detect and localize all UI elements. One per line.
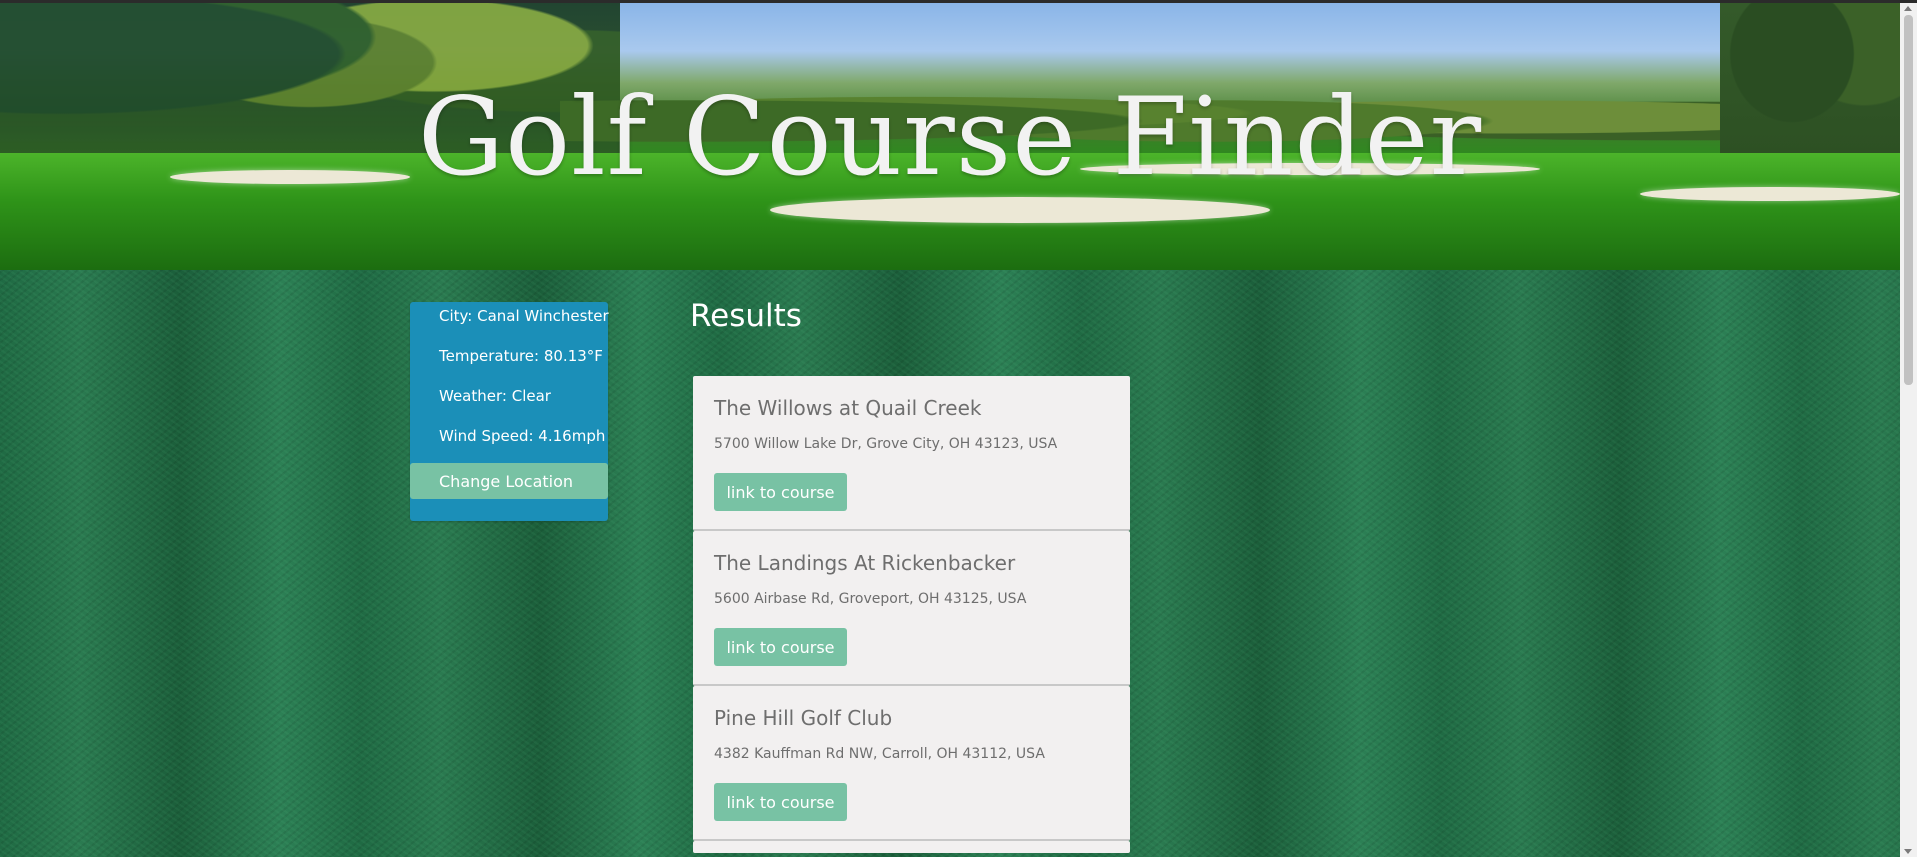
results-heading: Results bbox=[690, 298, 802, 334]
course-card: The Landings At Rickenbacker 5600 Airbas… bbox=[693, 531, 1130, 686]
course-address: 4382 Kauffman Rd NW, Carroll, OH 43112, … bbox=[714, 746, 1045, 762]
course-link-button[interactable]: link to course bbox=[714, 783, 847, 821]
course-link-button[interactable]: link to course bbox=[714, 473, 847, 511]
weather-wind-speed: Wind Speed: 4.16mph bbox=[439, 427, 606, 445]
course-card-partial bbox=[693, 841, 1130, 853]
course-name: The Willows at Quail Creek bbox=[714, 396, 982, 420]
change-location-button[interactable]: Change Location bbox=[410, 463, 608, 499]
course-address: 5600 Airbase Rd, Groveport, OH 43125, US… bbox=[714, 591, 1027, 607]
results-list: The Willows at Quail Creek 5700 Willow L… bbox=[693, 376, 1130, 853]
weather-panel: City: Canal Winchester Temperature: 80.1… bbox=[410, 302, 609, 521]
scrollbar-thumb[interactable] bbox=[1904, 15, 1913, 385]
hero-banner: Golf Course Finder bbox=[0, 3, 1900, 270]
weather-conditions: Weather: Clear bbox=[439, 387, 551, 405]
course-address: 5700 Willow Lake Dr, Grove City, OH 4312… bbox=[714, 436, 1058, 452]
course-link-button[interactable]: link to course bbox=[714, 628, 847, 666]
scroll-down-arrow-icon[interactable] bbox=[1904, 849, 1912, 854]
page-title: Golf Course Finder bbox=[417, 75, 1483, 200]
page-scrollbar[interactable] bbox=[1900, 3, 1917, 857]
hero-bunker bbox=[770, 197, 1270, 223]
course-name: Pine Hill Golf Club bbox=[714, 706, 893, 730]
course-card: The Willows at Quail Creek 5700 Willow L… bbox=[693, 376, 1130, 531]
course-card: Pine Hill Golf Club 4382 Kauffman Rd NW,… bbox=[693, 686, 1130, 841]
weather-city: City: Canal Winchester bbox=[439, 307, 609, 325]
course-name: The Landings At Rickenbacker bbox=[714, 551, 1016, 575]
weather-temperature: Temperature: 80.13°F bbox=[439, 347, 603, 365]
scroll-up-arrow-icon[interactable] bbox=[1904, 6, 1912, 11]
